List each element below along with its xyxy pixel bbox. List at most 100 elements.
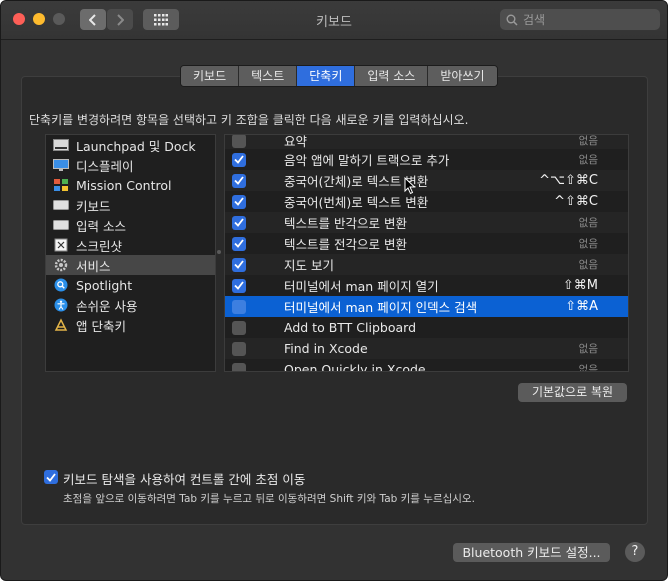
keyboard-navigation-checkbox[interactable] [44,470,58,484]
category-spotlight[interactable]: Spotlight [46,275,215,295]
display-icon [53,158,69,172]
category-keyboard[interactable]: 키보드 [46,195,215,215]
shortcut-row[interactable]: 텍스트를 반각으로 변환 없음 [225,212,628,233]
accessibility-icon [53,298,69,312]
tab-input-sources[interactable]: 입력 소스 [355,66,429,86]
category-label: 손쉬운 사용 [76,298,138,314]
category-label: 서비스 [76,258,111,274]
shortcut-row[interactable]: 음악 앱에 말하기 트랙으로 추가 없음 [225,149,628,170]
shortcut-row[interactable]: Add to BTT Clipboard [225,317,628,338]
tab-shortcuts[interactable]: 단축키 [297,66,356,86]
shortcut-checkbox[interactable] [232,152,246,167]
category-label: 스크린샷 [76,238,123,254]
category-label: 입력 소스 [76,218,126,234]
keyboard-icon [53,198,69,212]
search-icon [506,14,518,26]
checkmark-icon [234,218,244,227]
shortcut-checkbox[interactable] [232,173,246,188]
category-screenshot[interactable]: 스크린샷 [46,235,215,255]
shortcut-checkbox[interactable] [232,299,246,314]
shortcut-key[interactable]: ⇧⌘A [565,299,598,314]
keyboard-navigation-label[interactable]: 키보드 탐색을 사용하여 컨트롤 간에 초점 이동 [63,469,305,488]
shortcut-label: 음악 앱에 말하기 트랙으로 추가 [284,153,450,168]
input-sources-icon [53,218,69,232]
shortcut-key[interactable]: ⇧⌘M [563,278,598,293]
checkmark-icon [234,155,244,164]
shortcut-label: 텍스트를 반각으로 변환 [284,216,407,231]
shortcut-checkbox[interactable] [232,194,246,209]
tab-text[interactable]: 텍스트 [239,66,298,86]
shortcut-checkbox[interactable] [232,320,246,335]
category-input-sources[interactable]: 입력 소스 [46,215,215,235]
shortcut-row[interactable]: 중국어(번체)로 텍스트 변환 ^⇧⌘C [225,191,628,212]
category-app-shortcuts[interactable]: 앱 단축키 [46,315,215,335]
shortcut-key[interactable]: 없음 [579,215,598,230]
tab-keyboard[interactable]: 키보드 [181,66,240,86]
category-label: Mission Control [76,177,172,193]
title-bar: 키보드 검색 [1,1,667,40]
category-display[interactable]: 디스플레이 [46,155,215,175]
shortcut-label: 지도 보기 [284,258,334,273]
search-field[interactable]: 검색 [500,9,660,30]
spotlight-icon [53,278,69,292]
shortcut-row[interactable]: Find in Xcode 없음 [225,338,628,359]
shortcut-key[interactable]: 없음 [579,341,598,356]
category-label: 키보드 [76,198,111,214]
search-placeholder: 검색 [523,13,546,27]
shortcut-checkbox[interactable] [232,257,246,272]
category-label: Spotlight [76,277,133,293]
category-label: Launchpad 및 Dock [76,138,196,154]
shortcut-label: Add to BTT Clipboard [284,320,417,335]
shortcut-checkbox[interactable] [232,278,246,293]
category-accessibility[interactable]: 손쉬운 사용 [46,295,215,315]
shortcut-key[interactable]: ^⇧⌘C [554,194,598,209]
mission-control-icon [53,178,69,192]
shortcut-key[interactable]: 없음 [579,236,598,251]
shortcut-label: 텍스트를 전각으로 변환 [284,237,407,252]
shortcut-key[interactable]: 없음 [579,135,598,148]
category-launchpad-dock[interactable]: Launchpad 및 Dock [46,135,215,155]
category-label: 디스플레이 [76,158,134,174]
shortcut-checkbox[interactable] [232,215,246,230]
mouse-pointer-icon [404,177,416,195]
shortcut-row[interactable]: Open Quickly in Xcode 없음 [225,359,628,372]
checkmark-icon [234,281,244,290]
shortcut-key[interactable]: ^⌥⇧⌘C [539,173,598,188]
shortcut-checkbox[interactable] [232,135,246,148]
shortcut-label: 터미널에서 man 페이지 열기 [284,279,439,294]
shortcut-checkbox[interactable] [232,236,246,251]
shortcut-row-selected[interactable]: 터미널에서 man 페이지 인덱스 검색 ⇧⌘A [225,296,628,317]
shortcut-row[interactable]: 중국어(간체)로 텍스트 변환 ^⌥⇧⌘C [225,170,628,191]
bluetooth-keyboard-setup-button[interactable]: Bluetooth 키보드 설정... [453,543,610,562]
help-button[interactable]: ? [625,542,645,562]
shortcut-label: Find in Xcode [284,341,368,356]
preferences-window: 키보드 검색 키보드 텍스트 단축키 입력 소스 받아쓰기 단축키를 변경하려면… [0,0,668,581]
screenshot-icon [53,238,69,252]
app-shortcuts-icon [53,318,69,332]
shortcut-label: Open Quickly in Xcode [284,362,426,372]
launchpad-dock-icon [53,138,69,152]
services-gear-icon [53,258,69,272]
split-view-divider[interactable] [217,250,221,254]
shortcut-row[interactable]: 텍스트를 전각으로 변환 없음 [225,233,628,254]
shortcut-label: 터미널에서 man 페이지 인덱스 검색 [284,300,478,315]
shortcut-categories-list: Launchpad 및 Dock 디스플레이 Mission Control 키… [45,134,216,372]
category-mission-control[interactable]: Mission Control [46,175,215,195]
checkmark-icon [234,176,244,185]
checkmark-icon [234,260,244,269]
keyboard-navigation-description: 초점을 앞으로 이동하려면 Tab 키를 누르고 뒤로 이동하려면 Shift … [63,493,475,505]
shortcut-row[interactable]: 요약 없음 [225,135,628,149]
tab-dictation[interactable]: 받아쓰기 [428,66,497,86]
shortcut-checkbox[interactable] [232,341,246,356]
category-services[interactable]: 서비스 [46,255,215,275]
shortcut-key[interactable]: 없음 [579,257,598,272]
shortcut-row[interactable]: 터미널에서 man 페이지 열기 ⇧⌘M [225,275,628,296]
tab-bar: 키보드 텍스트 단축키 입력 소스 받아쓰기 [180,65,498,87]
shortcut-key[interactable]: 없음 [579,152,598,167]
restore-defaults-button[interactable]: 기본값으로 복원 [518,383,627,402]
shortcut-row[interactable]: 지도 보기 없음 [225,254,628,275]
checkmark-icon [234,239,244,248]
shortcut-checkbox[interactable] [232,362,246,371]
shortcuts-list[interactable]: 요약 없음 음악 앱에 말하기 트랙으로 추가 없음 중국어(간체)로 텍스트 … [224,134,629,372]
shortcut-key[interactable]: 없음 [579,362,598,371]
